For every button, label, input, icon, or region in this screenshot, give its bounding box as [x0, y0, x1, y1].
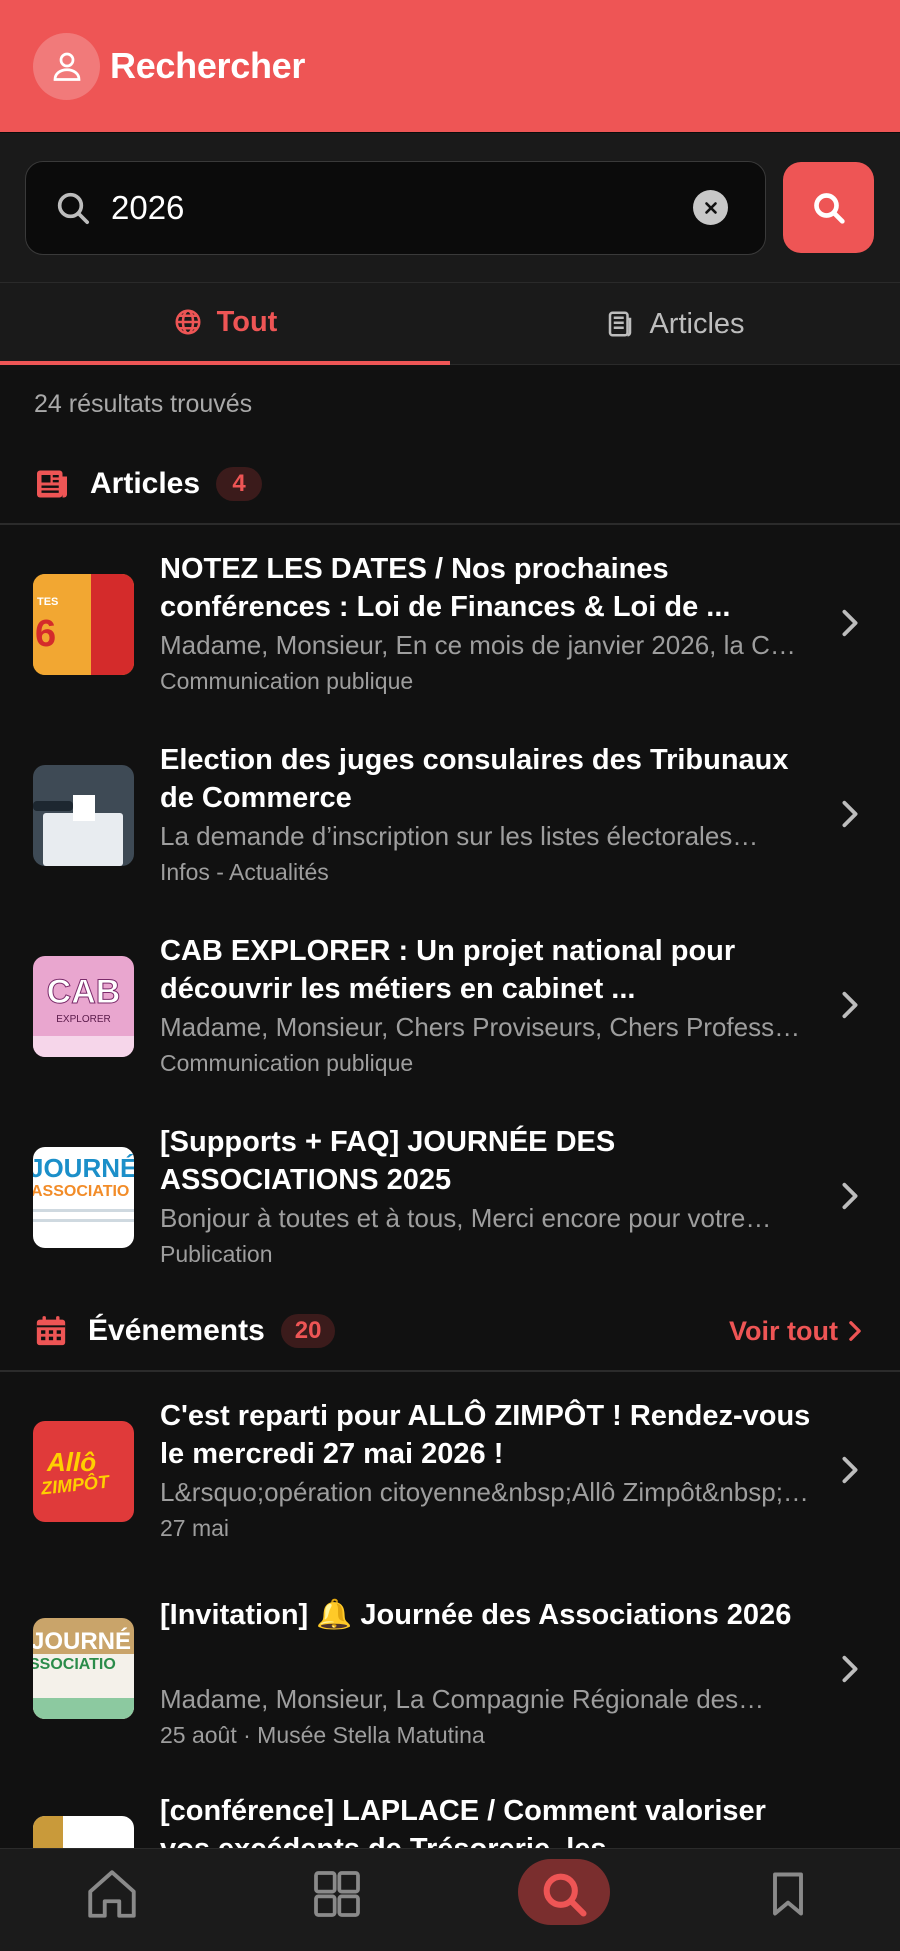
event-item[interactable]: Allô ZIMPÔT C'est reparti pour ALLÔ ZIMP…: [0, 1397, 900, 1587]
thumb-text: JOURNÉ: [33, 1628, 132, 1655]
clear-search-button[interactable]: [693, 190, 728, 225]
article-category: Communication publique: [160, 1050, 414, 1076]
article-excerpt: Madame, Monsieur, Chers Proviseurs, Cher…: [160, 1012, 810, 1042]
article-title: [Supports + FAQ] JOURNÉE DES ASSOCIATION…: [160, 1126, 616, 1196]
chevron-right-icon: [842, 800, 858, 828]
search-bar: [0, 132, 900, 282]
count-badge: 4: [216, 467, 263, 501]
event-thumbnail: JOURNÉ SSOCIATIO: [33, 1618, 134, 1719]
search-input[interactable]: [111, 180, 671, 236]
tab-tout[interactable]: Tout: [0, 283, 450, 365]
article-excerpt: Madame, Monsieur, En ce mois de janvier …: [160, 630, 810, 660]
thumb-text: ASSOCIATIO: [33, 1183, 130, 1200]
search-icon: [813, 192, 845, 224]
event-item[interactable]: JOURNÉ SSOCIATIO [Invitation] 🔔 Journée …: [0, 1596, 900, 1786]
thumb-text: SSOCIATIO: [33, 1656, 116, 1673]
article-excerpt: La demande d’inscription sur les listes …: [160, 821, 759, 851]
article-category: Infos - Actualités: [160, 859, 329, 885]
section-title: Événements: [88, 1314, 265, 1347]
count-badge: 20: [280, 1314, 336, 1348]
thumb-text: TES: [37, 596, 59, 608]
event-title: C'est reparti pour ALLÔ ZIMPÔT ! Rendez-…: [160, 1400, 811, 1470]
chevron-right-icon: [842, 991, 858, 1019]
article-item[interactable]: JOURNÉ ASSOCIATIO [Supports + FAQ] JOURN…: [0, 1123, 900, 1313]
bottom-navigation: [0, 1848, 900, 1951]
user-icon: [53, 52, 80, 81]
nav-bookmarks[interactable]: [738, 1861, 838, 1927]
article-item[interactable]: TES 6 NOTEZ LES DATES / Nos prochaines c…: [0, 550, 900, 740]
see-all-label: Voir tout: [729, 1315, 838, 1346]
home-icon: [88, 1870, 136, 1918]
tab-label: Tout: [216, 305, 278, 338]
article-thumbnail: [33, 765, 134, 866]
nav-search[interactable]: [514, 1861, 614, 1927]
event-excerpt: L&rsquo;opération citoyenne&nbsp;Allô Zi…: [160, 1477, 809, 1507]
see-all-events-link[interactable]: Voir tout: [729, 1316, 862, 1347]
bookmark-icon: [773, 1872, 803, 1916]
article-title: Election des juges consulaires des Tribu…: [160, 744, 789, 814]
grid-icon: [314, 1871, 360, 1917]
article-title: CAB EXPLORER : Un projet national pour d…: [160, 935, 736, 1005]
thumb-text: 6: [35, 613, 57, 655]
event-excerpt: Madame, Monsieur, La Compagnie Régionale…: [160, 1684, 765, 1714]
page-title: Rechercher: [110, 45, 306, 86]
newspaper-icon: [37, 470, 67, 498]
event-title: [Invitation] 🔔 Journée des Associations …: [160, 1599, 792, 1631]
article-item[interactable]: CAB EXPLORER CAB EXPLORER : Un projet na…: [0, 932, 900, 1122]
newspaper-icon: [609, 311, 632, 337]
section-title: Articles: [90, 467, 201, 500]
article-thumbnail: CAB EXPLORER: [33, 956, 134, 1057]
article-category: Communication publique: [160, 668, 414, 694]
app-header: Rechercher: [0, 0, 900, 132]
thumb-text: CAB: [46, 973, 121, 1011]
tab-articles[interactable]: Articles: [450, 283, 900, 365]
search-icon: [57, 192, 89, 225]
app-root: Rechercher 2026 Tout Articles 24 résulta…: [0, 0, 900, 1951]
event-date-location: 25 août · Musée Stella Matutina: [160, 1722, 485, 1748]
event-thumbnail: Allô ZIMPÔT: [33, 1421, 134, 1522]
article-title: NOTEZ LES DATES / Nos prochaines confére…: [160, 553, 731, 623]
chevron-right-icon: [842, 609, 858, 637]
search-tabs: Tout Articles: [0, 282, 900, 365]
article-thumbnail: JOURNÉ ASSOCIATIO: [33, 1147, 134, 1248]
article-item[interactable]: Election des juges consulaires des Tribu…: [0, 741, 900, 931]
articles-section-header: Articles 4: [0, 445, 900, 525]
tab-label: Articles: [649, 307, 745, 340]
search-icon: [543, 1873, 587, 1917]
thumb-text: EXPLORER: [56, 1014, 111, 1025]
article-category: Publication: [160, 1241, 273, 1267]
results-count: 24 résultats trouvés: [34, 390, 253, 418]
search-submit-button[interactable]: [783, 162, 874, 253]
nav-categories[interactable]: [287, 1861, 387, 1927]
chevron-right-icon: [842, 1182, 858, 1210]
close-icon: [704, 201, 717, 214]
chevron-right-icon: [842, 1655, 858, 1683]
thumb-text: JOURNÉ: [33, 1153, 134, 1183]
chevron-right-icon: [842, 1456, 858, 1484]
nav-home[interactable]: [62, 1861, 162, 1927]
globe-icon: [175, 309, 201, 335]
chevron-right-icon: [849, 1321, 861, 1341]
calendar-icon: [36, 1316, 66, 1346]
profile-avatar[interactable]: [33, 32, 100, 100]
article-thumbnail: TES 6: [33, 574, 134, 675]
events-section-header: Événements 20 Voir tout: [0, 1292, 900, 1372]
article-excerpt: Bonjour à toutes et à tous, Merci encore…: [160, 1203, 772, 1233]
event-date: 27 mai: [160, 1515, 230, 1541]
search-field[interactable]: [25, 161, 766, 255]
